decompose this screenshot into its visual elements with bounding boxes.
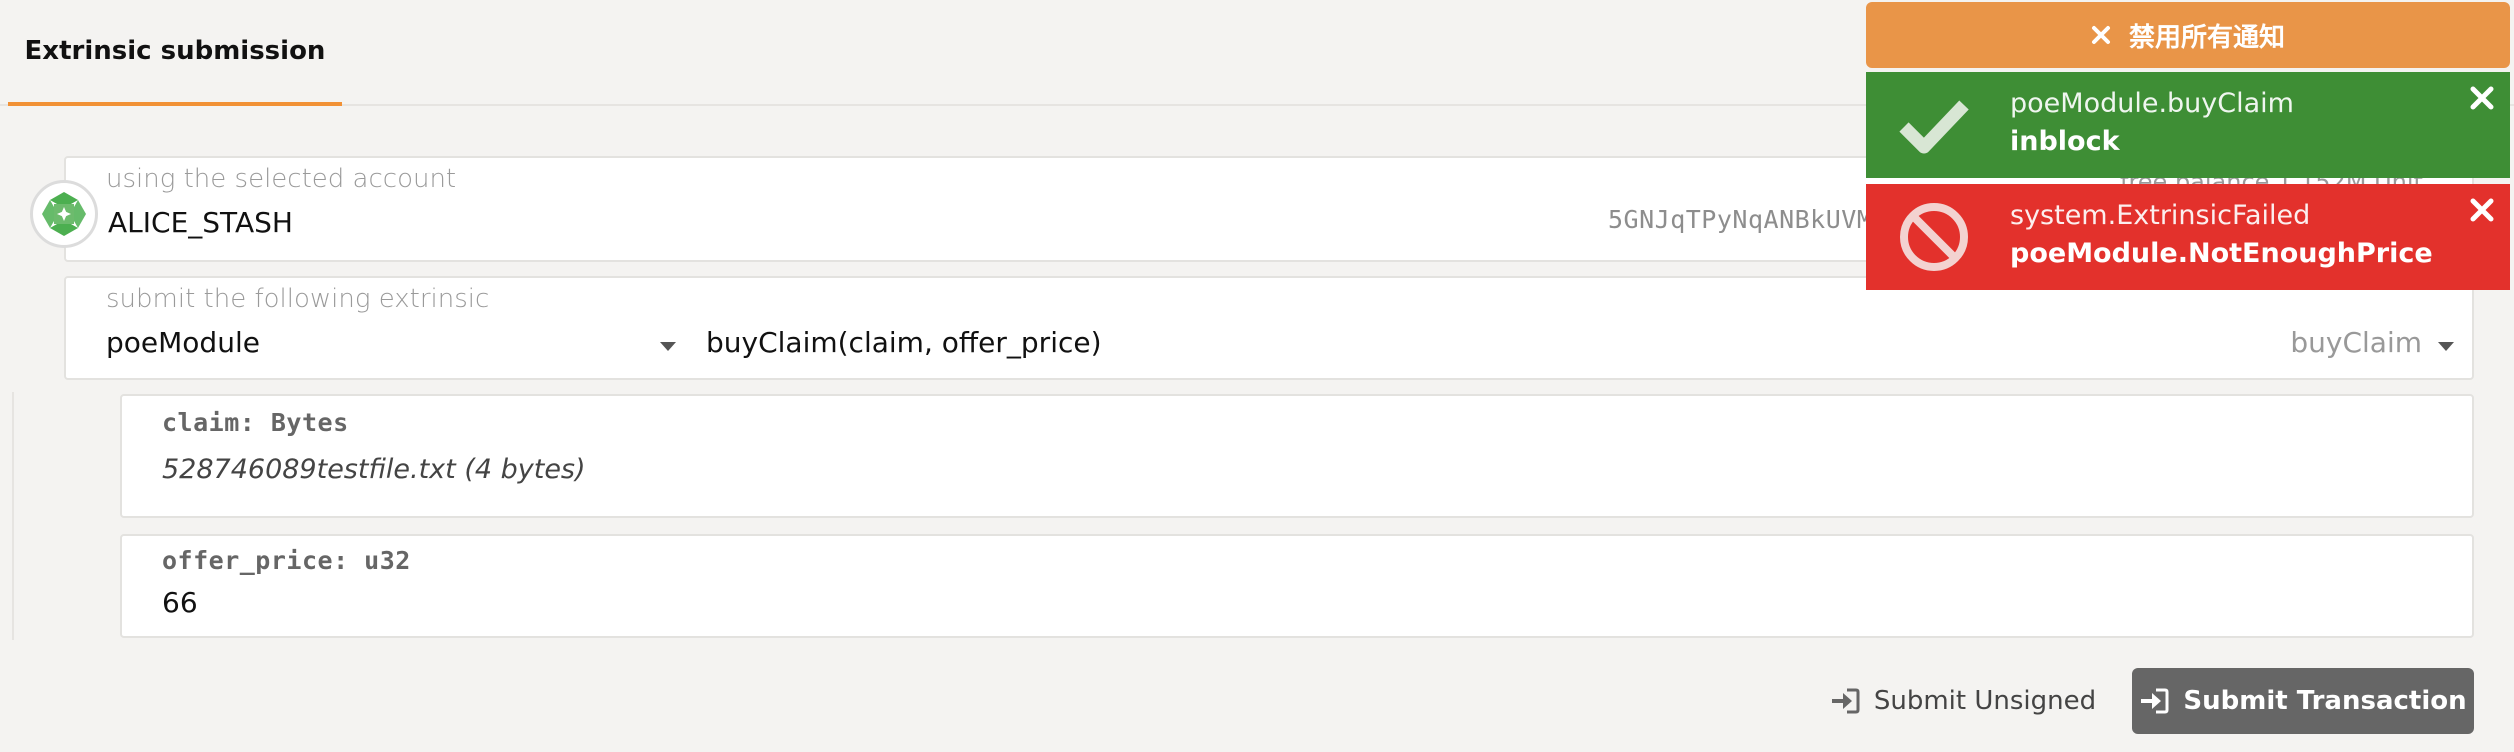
call-value: buyClaim — [2290, 326, 2422, 359]
param-offer-price-input[interactable]: 66 — [162, 586, 198, 619]
notification-status: inblock — [2010, 126, 2120, 157]
call-signature: buyClaim(claim, offer_price) — [706, 326, 1102, 359]
chevron-down-icon — [660, 342, 676, 351]
check-icon — [1899, 100, 1969, 154]
extrinsic-label: submit the following extrinsic — [106, 284, 490, 314]
params-divider — [12, 392, 14, 640]
close-icon — [2091, 26, 2110, 44]
account-label: using the selected account — [106, 164, 457, 194]
submit-unsigned-label: Submit Unsigned — [1873, 686, 2097, 716]
submit-transaction-label: Submit Transaction — [2183, 686, 2467, 716]
sign-in-icon — [1831, 688, 1860, 714]
sign-in-icon — [2141, 688, 2169, 714]
notification-success: poeModule.buyClaim inblock — [1866, 72, 2510, 178]
notification-error: system.ExtrinsicFailed poeModule.NotEnou… — [1866, 184, 2510, 290]
dismiss-all-notifications-button[interactable]: 禁用所有通知 — [1866, 2, 2510, 68]
notification-title: system.ExtrinsicFailed — [2010, 200, 2311, 231]
module-value: poeModule — [106, 326, 260, 359]
close-icon[interactable] — [2468, 196, 2496, 224]
param-claim: claim: Bytes 528746089testfile.txt (4 by… — [120, 394, 2474, 518]
notification-status: poeModule.NotEnoughPrice — [2010, 238, 2433, 269]
identicon-icon — [36, 186, 92, 242]
tab-extrinsic-submission[interactable]: Extrinsic submission — [8, 0, 342, 106]
notification-title: poeModule.buyClaim — [2010, 88, 2294, 119]
param-claim-name: claim: Bytes — [162, 408, 349, 437]
call-dropdown[interactable]: buyClaim(claim, offer_price) buyClaim — [706, 318, 2468, 374]
submit-transaction-button[interactable]: Submit Transaction — [2132, 668, 2474, 734]
account-avatar — [30, 180, 98, 248]
ban-icon — [1900, 203, 1968, 271]
dismiss-all-label: 禁用所有通知 — [2128, 22, 2285, 53]
param-claim-input[interactable]: 528746089testfile.txt (4 bytes) — [162, 454, 586, 485]
chevron-down-icon — [2438, 342, 2454, 351]
module-dropdown[interactable]: poeModule — [104, 318, 704, 374]
extrinsic-selector: submit the following extrinsic poeModule… — [64, 276, 2474, 380]
account-name: ALICE_STASH — [108, 206, 293, 239]
param-offer-price: offer_price: u32 66 — [120, 534, 2474, 638]
close-icon[interactable] — [2468, 84, 2496, 112]
submit-unsigned-button[interactable]: Submit Unsigned — [1828, 668, 2098, 734]
param-offer-price-name: offer_price: u32 — [162, 546, 411, 575]
extrinsics-page: Extrinsic submission using the selected … — [0, 0, 2514, 752]
